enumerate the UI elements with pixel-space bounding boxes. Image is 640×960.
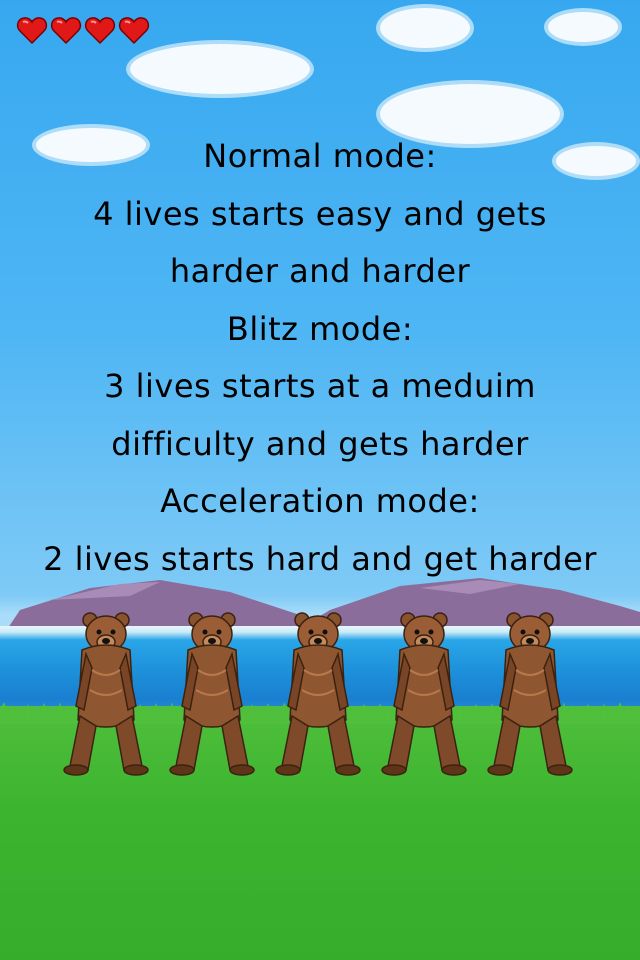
- instruction-line: 3 lives starts at a meduim: [104, 367, 536, 405]
- heart-icon: [16, 17, 48, 45]
- game-scene: Normal mode: 4 lives starts easy and get…: [0, 0, 640, 960]
- instruction-line: difficulty and gets harder: [111, 424, 529, 463]
- bear: [381, 612, 467, 776]
- heart-icon: [50, 17, 82, 45]
- instruction-line: Normal mode:: [203, 137, 437, 175]
- instruction-line: Blitz mode:: [226, 309, 414, 348]
- bear: [169, 612, 255, 776]
- instruction-line: Acceleration mode:: [160, 482, 480, 520]
- cloud: [130, 44, 310, 94]
- instructions-text: Normal mode: 4 lives starts easy and get…: [0, 128, 640, 588]
- bear-row: [0, 610, 640, 780]
- bear: [275, 612, 361, 776]
- cloud: [548, 12, 618, 42]
- lives-indicator: [16, 14, 150, 46]
- instruction-line: 2 lives starts hard and get harder: [43, 539, 597, 578]
- bear: [487, 612, 573, 776]
- bear: [63, 612, 149, 776]
- instruction-line: 4 lives starts easy and gets: [93, 194, 547, 233]
- heart-icon: [118, 17, 150, 45]
- heart-icon: [84, 17, 116, 45]
- cloud: [380, 8, 470, 48]
- instruction-line: harder and harder: [169, 252, 471, 290]
